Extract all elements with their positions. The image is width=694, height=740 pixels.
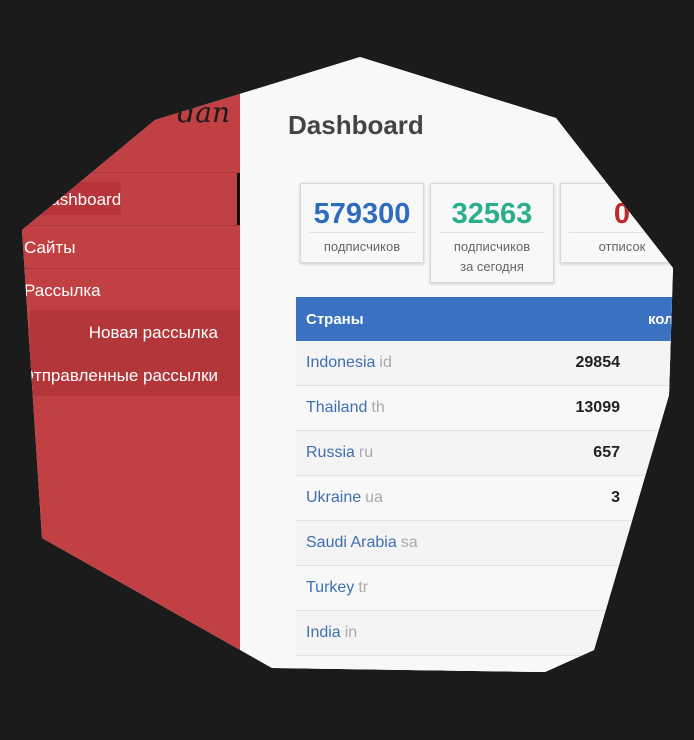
country-code: sa: [400, 534, 418, 551]
sidebar-item-dashboard[interactable]: Dashboard: [22, 173, 240, 215]
table-row: Saudi Arabia sa: [296, 521, 673, 566]
country-code: in: [344, 624, 358, 641]
app-window: dan Dashboard Сайты Рассылка Новая рассы…: [22, 57, 673, 686]
country-count: 13099: [575, 399, 621, 416]
country-link[interactable]: Thailand th: [306, 399, 385, 417]
country-count: 3: [611, 489, 620, 506]
column-header-countries[interactable]: Страны: [306, 311, 364, 328]
submenu-item-new-mailing[interactable]: Новая рассылка: [89, 323, 218, 343]
country-code: ua: [365, 489, 383, 506]
country-link[interactable]: Turkey tr: [306, 579, 368, 597]
stat-card-unsubscribes: 0 отписок: [560, 183, 673, 263]
stat-label: подписчиков: [309, 232, 415, 257]
country-code: id: [379, 354, 392, 371]
stat-value: 0: [613, 198, 631, 230]
sidebar-item-label: Сайты: [24, 238, 76, 257]
sidebar-item-label: Рассылка: [24, 281, 101, 300]
stat-card-today: 32563 подписчиков за сегодня: [430, 183, 554, 283]
country-count: 657: [593, 444, 620, 461]
table-row: Germany de: [296, 656, 673, 686]
table-row: Turkey tr: [296, 566, 673, 611]
sidebar-item-label: Dashboard: [26, 182, 121, 215]
country-link[interactable]: Germany de: [306, 669, 394, 686]
countries-table: Страны количество Indonesiaid 29854 Thai…: [296, 297, 673, 686]
country-code: de: [375, 669, 394, 686]
sidebar-item-sites[interactable]: Сайты: [22, 226, 240, 268]
main-content: Dashboard 579300 подписчиков 32563 подпи…: [240, 57, 673, 686]
country-link[interactable]: Ukraine ua: [306, 489, 383, 507]
brand-logo[interactable]: dan: [130, 96, 230, 128]
table-row: Thailand th 13099: [296, 386, 673, 431]
country-link[interactable]: India in: [306, 624, 357, 642]
mailing-submenu: Новая рассылка Отправленные рассылки: [22, 310, 240, 396]
sidebar: dan Dashboard Сайты Рассылка Новая рассы…: [22, 57, 242, 672]
sidebar-item-mailing[interactable]: Рассылка: [22, 269, 240, 311]
table-row: India in: [296, 611, 673, 656]
country-link[interactable]: Russia ru: [306, 444, 373, 462]
table-header: Страны количество: [296, 297, 673, 341]
table-row: Ukraine ua 3: [296, 476, 673, 521]
page-title: Dashboard: [288, 110, 424, 140]
submenu-item-sent-mailings[interactable]: Отправленные рассылки: [22, 366, 218, 386]
country-code: tr: [358, 579, 369, 596]
stat-label: подписчиков за сегодня: [439, 232, 545, 277]
stat-label: отписок: [569, 232, 673, 257]
table-row: Russia ru 657: [296, 431, 673, 476]
stat-value: 579300: [313, 198, 411, 230]
stat-value: 32563: [451, 198, 533, 230]
stat-card-subscribers: 579300 подписчиков: [300, 183, 424, 263]
column-header-count[interactable]: количество: [648, 311, 673, 328]
country-link[interactable]: Saudi Arabia sa: [306, 534, 418, 552]
table-row: Indonesia id 29854: [296, 341, 673, 386]
table-body: Indonesia id 29854 Thailand th 13099 Russi…: [296, 341, 673, 686]
country-code: th: [371, 399, 385, 416]
country-link[interactable]: Indonesia id: [306, 354, 392, 372]
country-count: 29854: [575, 354, 621, 371]
country-code: ru: [358, 444, 374, 461]
